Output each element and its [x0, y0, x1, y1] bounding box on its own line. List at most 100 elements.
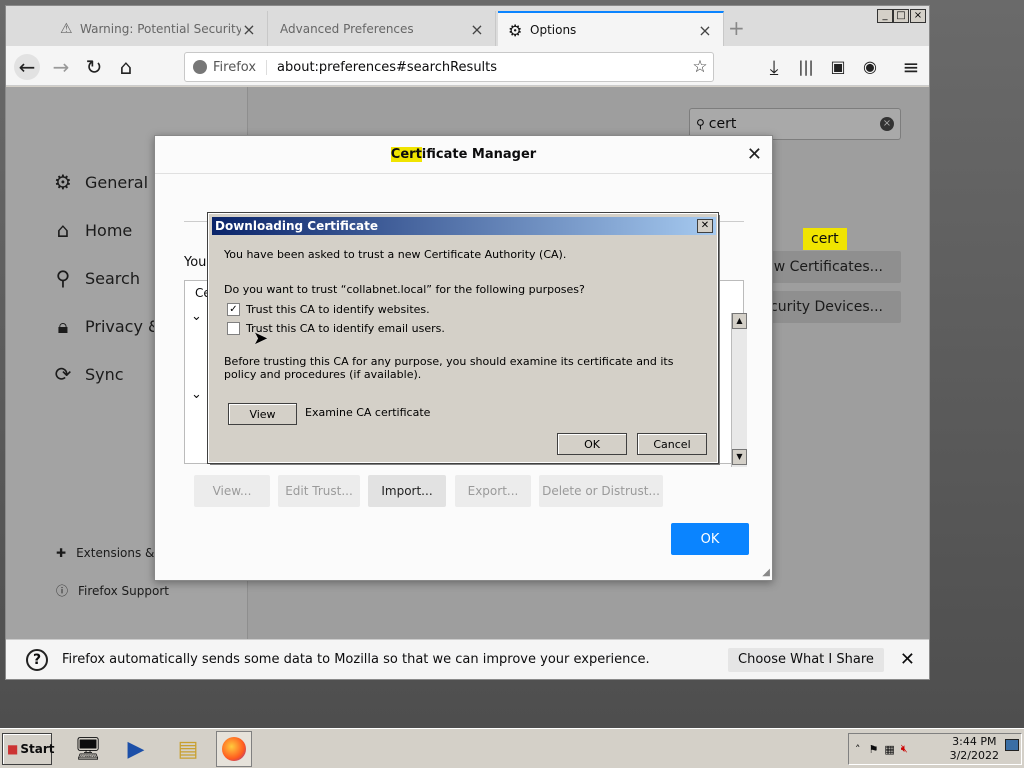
tree-scrollbar[interactable]: ▲ ▼: [731, 313, 747, 467]
tab-advanced-preferences[interactable]: Advanced Preferences ×: [270, 11, 496, 47]
sync-icon: ⟳: [54, 362, 72, 386]
start-label: Start: [20, 742, 55, 756]
scroll-down-icon[interactable]: ▼: [732, 449, 747, 465]
view-certificates-label: View Certificates...: [754, 259, 883, 275]
file-explorer-icon[interactable]: ▤: [170, 731, 206, 767]
close-icon[interactable]: ✕: [900, 649, 915, 670]
bookmark-star-icon[interactable]: ☆: [687, 57, 713, 77]
category-sync[interactable]: ⟳ Sync: [51, 359, 124, 389]
view-certificate-button[interactable]: View: [228, 403, 297, 425]
search-icon: ⚲: [696, 117, 705, 131]
trust-request-text: You have been asked to trust a new Certi…: [224, 248, 567, 261]
home-icon: ⌂: [56, 218, 70, 242]
tab-options[interactable]: ⚙ Options ×: [498, 11, 724, 47]
cancel-button[interactable]: Cancel: [637, 433, 707, 455]
link-label: Firefox Support: [78, 583, 169, 598]
tab-strip: ⚠ Warning: Potential Security Risk Ah × …: [6, 6, 929, 47]
puzzle-icon: ✚: [56, 546, 67, 560]
resize-grip-icon[interactable]: ◢: [762, 567, 770, 578]
chevron-down-icon[interactable]: ⌄: [191, 309, 202, 324]
new-tab-button[interactable]: +: [728, 16, 745, 40]
category-label: Search: [85, 268, 140, 288]
dialog-titlebar: Downloading Certificate ✕: [212, 217, 716, 235]
system-tray: ˄ ⚑ ▦ 🔇︎ 3:44 PM 3/2/2022: [848, 733, 1022, 765]
window-close-button[interactable]: ×: [910, 9, 926, 23]
help-icon: ?: [26, 648, 48, 671]
chevron-down-icon[interactable]: ⌄: [191, 387, 202, 402]
show-desktop-icon[interactable]: [1005, 739, 1019, 751]
trust-websites-checkbox[interactable]: ✓: [227, 303, 240, 316]
sidebar-icon[interactable]: ▣: [825, 54, 851, 80]
examine-ca-label: Examine CA certificate: [305, 406, 431, 419]
identity-label: Firefox: [213, 59, 257, 75]
trust-question-text: Do you want to trust “collabnet.local” f…: [224, 283, 585, 296]
powershell-icon[interactable]: ▶: [118, 731, 154, 767]
trust-websites-label[interactable]: Trust this CA to identify websites.: [246, 303, 430, 316]
close-icon[interactable]: ×: [697, 21, 713, 40]
view-button[interactable]: View...: [194, 475, 270, 507]
trust-email-label[interactable]: Trust this CA to identify email users.: [246, 322, 445, 335]
clock[interactable]: 3:44 PM 3/2/2022: [950, 735, 999, 763]
search-tooltip: cert: [803, 228, 847, 250]
tab-label: Options: [530, 23, 577, 37]
url-bar[interactable]: Firefox about:preferences#searchResults …: [184, 52, 714, 82]
show-hidden-icons-icon[interactable]: ˄: [855, 743, 861, 756]
trust-email-checkbox[interactable]: [227, 322, 240, 335]
reload-button[interactable]: ↻: [81, 54, 107, 80]
start-button[interactable]: ■ Start: [2, 733, 55, 765]
firefox-taskbar-icon[interactable]: [216, 731, 252, 767]
view-certificates-button[interactable]: View Certificates...: [754, 251, 901, 283]
warning-icon: ⚠: [60, 21, 73, 37]
title-rest: ificate Manager: [421, 147, 537, 162]
category-home[interactable]: ⌂ Home: [51, 215, 133, 245]
library-icon[interactable]: |||: [793, 54, 819, 80]
category-label: Home: [85, 220, 133, 240]
dialog-title: Cert ificate Manager: [155, 136, 772, 174]
clear-search-icon[interactable]: ×: [880, 117, 894, 131]
back-button[interactable]: ←: [14, 54, 40, 80]
choose-what-i-share-button[interactable]: Choose What I Share: [728, 647, 884, 672]
close-icon[interactable]: ×: [241, 20, 257, 39]
url-text[interactable]: about:preferences#searchResults: [267, 60, 687, 75]
downloading-certificate-dialog: Downloading Certificate ✕ You have been …: [207, 212, 719, 464]
export-button[interactable]: Export...: [455, 475, 531, 507]
identity-box[interactable]: Firefox: [185, 59, 268, 75]
delete-or-distrust-button[interactable]: Delete or Distrust...: [539, 475, 663, 507]
close-icon[interactable]: ×: [469, 20, 485, 39]
close-icon[interactable]: ✕: [747, 144, 762, 165]
downloads-icon[interactable]: ⤓: [761, 54, 787, 80]
category-general[interactable]: ⚙ General: [51, 167, 148, 197]
edit-trust-button[interactable]: Edit Trust...: [278, 475, 360, 507]
search-value: cert: [708, 116, 737, 132]
help-icon: ⓘ: [56, 584, 69, 598]
security-devices-label: Security Devices...: [754, 299, 883, 315]
dialog-title: Downloading Certificate: [215, 219, 378, 233]
examine-advice-text: Before trusting this CA for any purpose,…: [224, 355, 674, 381]
support-link[interactable]: ⓘ Firefox Support: [56, 582, 169, 599]
ok-button[interactable]: OK: [557, 433, 627, 455]
import-button[interactable]: Import...: [368, 475, 446, 507]
action-center-flag-icon[interactable]: ⚑: [869, 743, 879, 756]
network-icon[interactable]: ▦: [884, 743, 894, 756]
volume-muted-icon[interactable]: 🔇︎: [901, 742, 908, 756]
scroll-up-icon[interactable]: ▲: [732, 313, 747, 329]
notification-message: Firefox automatically sends some data to…: [62, 652, 650, 667]
search-icon: ⚲: [55, 266, 71, 290]
category-label: Sync: [85, 364, 124, 384]
clock-date: 3/2/2022: [949, 749, 999, 762]
maximize-button[interactable]: □: [893, 9, 909, 23]
menu-icon[interactable]: ≡: [898, 54, 924, 80]
category-search[interactable]: ⚲ Search: [51, 263, 140, 293]
security-devices-button[interactable]: Security Devices...: [754, 291, 901, 323]
gear-icon: ⚙: [54, 170, 72, 194]
ok-button[interactable]: OK: [671, 523, 749, 555]
minimize-button[interactable]: _: [877, 9, 893, 23]
close-icon[interactable]: ✕: [697, 219, 713, 233]
forward-button[interactable]: →: [48, 54, 74, 80]
title-highlight: Cert: [390, 147, 422, 162]
server-manager-icon[interactable]: 🖥︎: [70, 731, 106, 767]
category-label: General: [85, 172, 149, 192]
home-button[interactable]: ⌂: [113, 54, 139, 80]
account-icon[interactable]: ◉: [857, 54, 883, 80]
tab-security-warning[interactable]: ⚠ Warning: Potential Security Risk Ah ×: [50, 11, 268, 47]
